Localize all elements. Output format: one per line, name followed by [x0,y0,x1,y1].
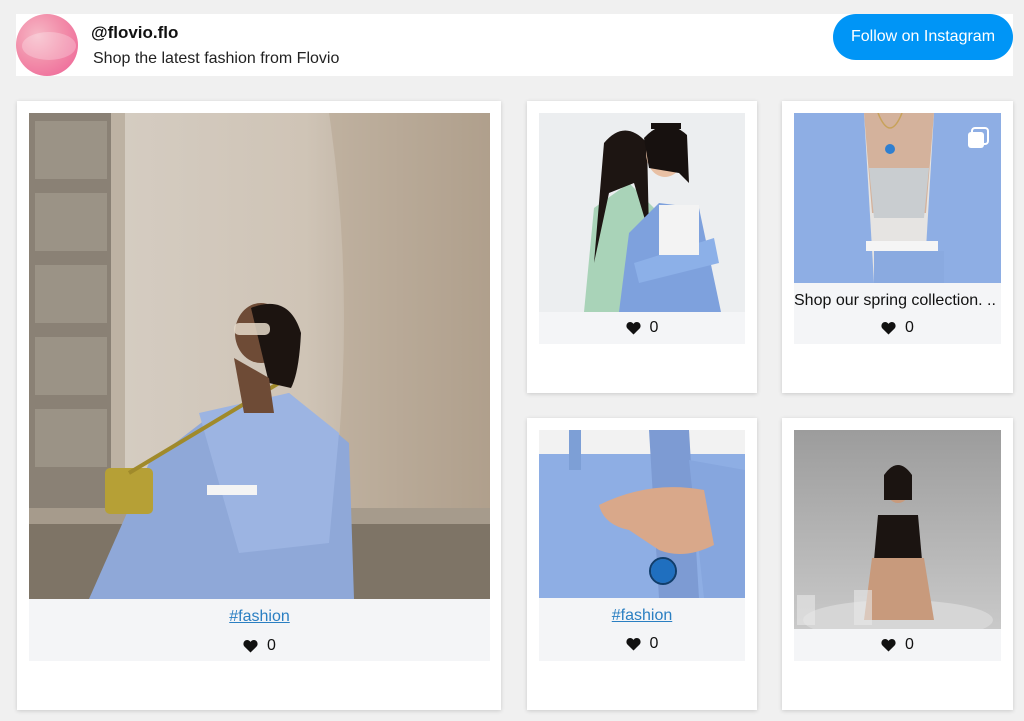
post-caption: Shop our spring collection. ... [794,292,995,309]
heart-icon[interactable] [625,321,641,335]
multiple-images-icon [968,127,989,148]
post-footer: #fashion 0 [29,599,490,661]
heart-icon[interactable] [243,639,258,653]
likes-value: 0 [905,636,914,653]
likes-value: 0 [905,319,914,336]
avatar[interactable] [16,14,78,76]
profile-tagline: Shop the latest fashion from Flovio [93,50,340,67]
likes-value: 0 [267,637,276,654]
post-image[interactable] [539,113,745,312]
post-footer: Shop our spring collection. ... 0 [794,283,1001,344]
post-footer: 0 [539,312,745,344]
post-footer: #fashion 0 [539,598,745,661]
post-footer: 0 [794,629,1001,661]
hashtag-link[interactable]: #fashion [539,607,745,625]
heart-icon[interactable] [881,638,896,652]
post-image[interactable] [794,430,1001,629]
post-image[interactable] [794,113,1001,283]
post-card[interactable]: 0 [527,101,757,393]
post-card[interactable]: #fashion 0 [527,418,757,710]
hashtag-link[interactable]: #fashion [29,608,490,626]
profile-handle[interactable]: @flovio.flo [91,23,178,43]
post-card[interactable]: #fashion 0 [17,101,501,710]
post-image[interactable] [539,430,745,598]
profile-header: @flovio.flo Shop the latest fashion from… [16,14,1013,76]
likes-count: 0 [29,637,490,655]
likes-count: 0 [794,636,1001,654]
likes-count: 0 [539,635,745,653]
post-card[interactable]: Shop our spring collection. ... 0 [782,101,1013,393]
likes-value: 0 [649,635,659,652]
post-image[interactable] [29,113,490,599]
likes-value: 0 [649,319,659,336]
heart-icon[interactable] [625,637,641,651]
likes-count: 0 [539,319,745,337]
heart-icon[interactable] [881,321,896,335]
follow-button[interactable]: Follow on Instagram [833,14,1013,60]
post-card[interactable]: 0 [782,418,1013,710]
likes-count: 0 [794,319,1001,337]
